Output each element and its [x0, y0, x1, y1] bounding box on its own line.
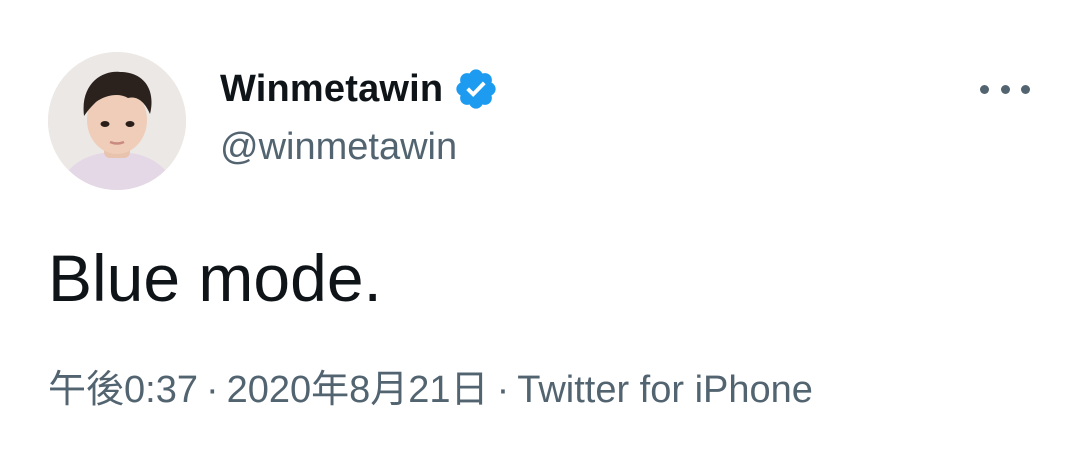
tweet-time[interactable]: 午後0:37 — [48, 369, 198, 411]
author-name-row: Winmetawin — [220, 66, 499, 112]
meta-separator: · — [205, 369, 219, 411]
more-dot — [1000, 84, 1010, 94]
verified-badge-icon — [456, 69, 496, 109]
more-dot — [980, 84, 989, 94]
avatar-image — [48, 52, 186, 190]
author-handle[interactable]: @winmetawin — [220, 124, 457, 170]
more-horizontal-icon[interactable] — [980, 74, 1030, 104]
avatar[interactable] — [48, 52, 186, 190]
tweet-meta: 午後0:37 · 2020年8月21日 · Twitter for iPhone — [48, 366, 813, 414]
tweet-source[interactable]: Twitter for iPhone — [517, 369, 813, 411]
tweet-card: Winmetawin @winmetawin Blue mode. 午後0:37… — [0, 0, 1080, 460]
author-display-name[interactable]: Winmetawin — [220, 66, 443, 112]
meta-separator: · — [496, 369, 510, 411]
more-dot — [1021, 84, 1030, 94]
tweet-text: Blue mode. — [48, 241, 382, 315]
tweet-date[interactable]: 2020年8月21日 — [227, 369, 489, 411]
